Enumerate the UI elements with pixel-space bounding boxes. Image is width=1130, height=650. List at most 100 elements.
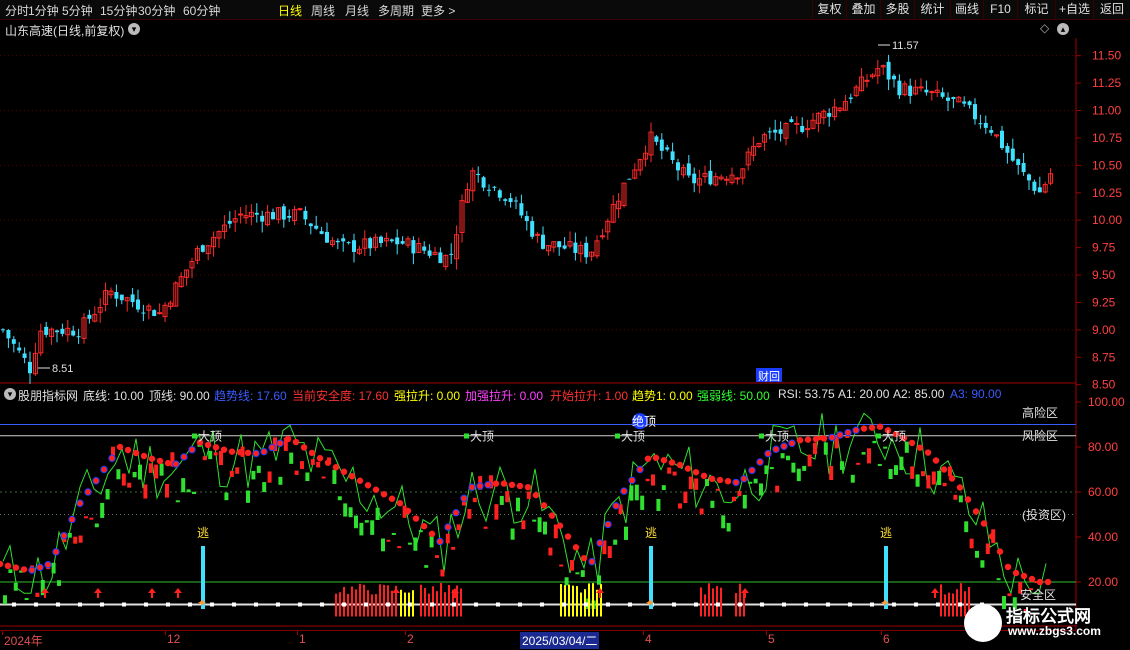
period-tab[interactable]: 60分钟 (183, 2, 220, 19)
candle (686, 155, 691, 178)
candle (718, 174, 724, 181)
strength-bar (651, 474, 655, 486)
candle (924, 80, 929, 96)
candle (740, 168, 746, 185)
period-tab[interactable]: 更多 > (421, 2, 455, 19)
candle (508, 193, 513, 208)
safety-dot (12, 564, 20, 571)
toolbar-button[interactable]: +自选 (1055, 0, 1093, 20)
strength-bar (877, 463, 882, 466)
strength-bar (796, 468, 801, 482)
candle (362, 230, 368, 256)
candle (848, 93, 853, 104)
base-marker (518, 602, 522, 607)
toolbar-button[interactable]: 画线 (950, 0, 983, 20)
strength-bar (224, 492, 229, 501)
safety-dot (276, 439, 284, 447)
selected-date[interactable]: 2025/03/04/二 (520, 632, 600, 649)
zone-high-label: 高险区 (1022, 406, 1059, 420)
candle (108, 287, 114, 299)
strength-bar (505, 491, 510, 503)
top-marker (192, 433, 197, 439)
strength-bar (364, 520, 369, 523)
strength-bar (737, 490, 742, 497)
period-tab[interactable]: 15分钟 (100, 2, 137, 19)
safety-dot (964, 496, 972, 503)
rally-bar (432, 586, 434, 617)
candle (514, 196, 518, 210)
toolbar-button[interactable]: F10 (983, 0, 1017, 20)
safety-dot (300, 444, 308, 451)
star-icon: ✦ (197, 596, 207, 610)
safety-dot (812, 435, 820, 443)
strength-bar (8, 569, 13, 573)
base-marker (452, 602, 456, 607)
candle (470, 167, 476, 202)
candle (616, 193, 622, 219)
base-marker (364, 602, 368, 607)
safety-dot (188, 446, 196, 454)
strength-bar (829, 465, 834, 481)
safety-dot (540, 502, 548, 509)
zone-invest-label: (投资区) (1022, 508, 1066, 522)
candlestick-chart[interactable]: 11.57 8.51 财回 (0, 38, 1076, 384)
strength-bar (235, 467, 240, 474)
period-tab[interactable]: 月线 (345, 2, 369, 19)
toolbar-button[interactable]: 统计 (914, 0, 950, 20)
rally-bar (436, 591, 438, 617)
safety-dot (260, 447, 268, 456)
strength-bar (656, 498, 661, 511)
diamond-icon[interactable]: ◇ (1040, 21, 1049, 35)
period-tab[interactable]: 日线 (278, 2, 302, 19)
candle (221, 215, 227, 239)
strength-bar (840, 461, 844, 470)
candle (956, 95, 962, 103)
base-marker (606, 602, 610, 607)
candle (17, 342, 22, 354)
strength-bar (154, 464, 159, 479)
safety-dot (716, 476, 724, 484)
chevron-up-icon[interactable]: ▴ (1057, 23, 1069, 35)
base-marker (188, 602, 192, 607)
strength-bar (413, 537, 418, 551)
candle (271, 208, 275, 220)
period-tab[interactable]: 多周期 (378, 2, 414, 19)
chevron-down-icon[interactable]: ▾ (128, 23, 140, 35)
strength-bar (564, 577, 569, 586)
indicator-chart[interactable]: 逃✦逃✦逃✦大顶 大顶 大顶 大顶 大顶绝顶 (0, 400, 1076, 630)
safety-dot (236, 449, 244, 456)
date-label: 5 (768, 632, 775, 646)
safety-dot (980, 520, 988, 527)
period-tab[interactable]: 30分钟 (138, 2, 175, 19)
candle (800, 117, 805, 134)
toolbar-button[interactable]: 标记 (1017, 0, 1055, 20)
period-tab[interactable]: 分时 (5, 2, 29, 19)
strength-bar (440, 569, 445, 577)
candle (794, 116, 800, 135)
strength-bar (186, 489, 191, 493)
candle (934, 81, 940, 98)
safety-dot (284, 435, 292, 443)
toolbar-button[interactable]: 叠加 (846, 0, 880, 20)
safety-dot (660, 457, 668, 464)
chevron-down-icon[interactable]: ▾ (4, 388, 16, 400)
period-tab[interactable]: 1分钟 (28, 2, 59, 19)
candle (842, 94, 848, 111)
candle (643, 145, 649, 167)
toolbar-button[interactable]: 多股 (880, 0, 914, 20)
safety-dot (428, 530, 436, 538)
price-tick-label: 9.25 (1092, 295, 1116, 309)
period-tab[interactable]: 周线 (311, 2, 335, 19)
period-tab[interactable]: 5分钟 (62, 2, 93, 19)
toolbar-button[interactable]: 返回 (1093, 0, 1130, 20)
safety-dot (356, 477, 364, 484)
price-tick-label: 11.00 (1092, 104, 1121, 118)
safety-dot (332, 464, 340, 471)
safety-dot (908, 439, 916, 447)
strength-bar (694, 478, 699, 490)
candle (729, 167, 735, 185)
safety-dot (340, 468, 348, 475)
safety-dot (1020, 572, 1028, 580)
toolbar-button[interactable]: 复权 (812, 0, 846, 20)
safety-dot (20, 566, 28, 573)
